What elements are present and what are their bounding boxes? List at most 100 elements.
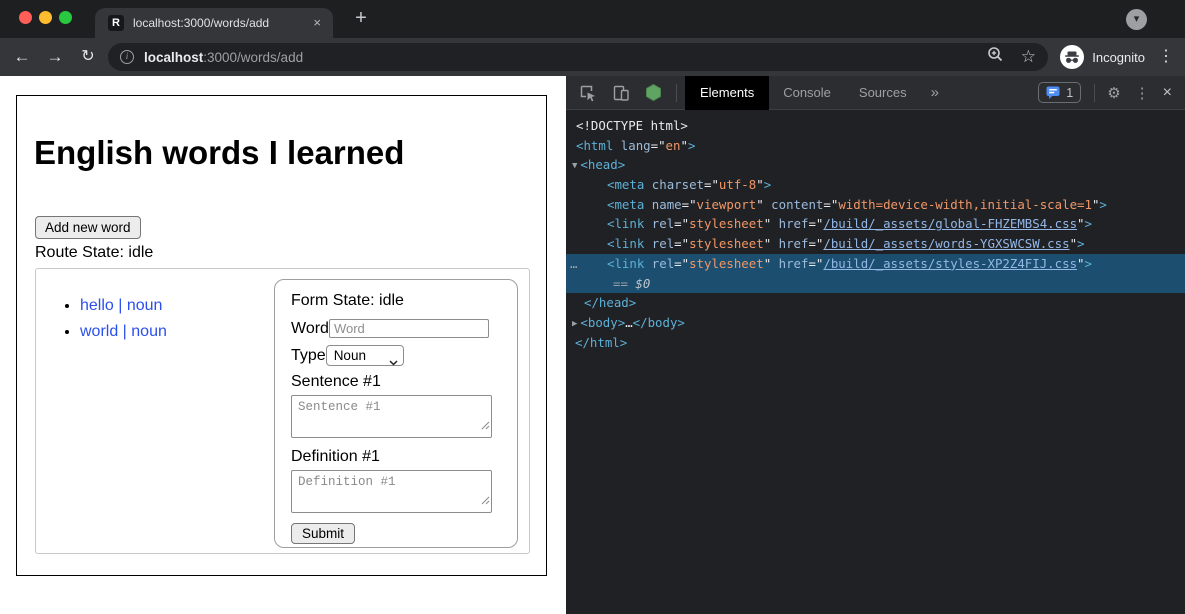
extension-hexagon-icon[interactable] — [644, 83, 663, 102]
code-token: =" — [682, 197, 697, 212]
code-token: =" — [651, 138, 666, 153]
expand-triangle-icon[interactable]: ▼ — [572, 161, 577, 171]
submit-button[interactable]: Submit — [291, 523, 355, 544]
sentence-textarea[interactable] — [291, 395, 492, 438]
code-token: </html> — [575, 335, 627, 350]
close-window-button[interactable] — [19, 11, 32, 24]
code-token: " — [1070, 236, 1077, 251]
word-link[interactable]: world | noun — [80, 323, 167, 340]
new-tab-button[interactable]: + — [346, 4, 376, 34]
browser-menu-icon[interactable]: ⋮ — [1157, 38, 1175, 76]
code-token: /build/_assets/styles-XP2Z4FIJ.css — [823, 256, 1077, 271]
code-token: rel — [644, 236, 674, 251]
address-bar[interactable]: i localhost:3000/words/add ☆ — [108, 43, 1048, 71]
devtools-code-line[interactable]: ▶<body>…</body> — [566, 313, 1185, 333]
code-token: lang — [613, 138, 650, 153]
titlebar: R localhost:3000/words/add × + ▾ — [0, 0, 1185, 38]
code-token: content — [764, 197, 824, 212]
code-token: " — [1077, 256, 1084, 271]
devtools-code-line[interactable]: </head> — [566, 293, 1185, 313]
type-select[interactable]: Noun — [326, 345, 404, 366]
add-word-form: Form State: idle Word Type Noun — [274, 279, 518, 548]
inspect-element-icon[interactable] — [579, 84, 597, 102]
code-token: name — [644, 197, 681, 212]
page-title: English words I learned — [34, 134, 404, 172]
device-toolbar-icon[interactable] — [612, 84, 630, 102]
tab-overflow-chevron-icon[interactable]: ▾ — [1126, 9, 1147, 30]
devtools-code-line[interactable]: <html lang="en"> — [566, 136, 1185, 156]
tab-console[interactable]: Console — [769, 76, 845, 110]
sentence-label: Sentence #1 — [291, 373, 501, 390]
incognito-icon — [1060, 45, 1084, 69]
devtools-code-line[interactable]: == $0 — [566, 274, 1185, 294]
forward-button[interactable]: → — [42, 38, 68, 76]
code-token: <link — [607, 216, 644, 231]
code-token: =" — [704, 177, 719, 192]
site-info-icon[interactable]: i — [120, 50, 134, 64]
devtools-close-icon[interactable]: × — [1163, 84, 1172, 102]
sentence-textarea-wrap — [291, 395, 492, 438]
code-token: " — [1077, 216, 1084, 231]
definition-textarea[interactable] — [291, 470, 492, 513]
devtools-code-line[interactable]: <link rel="stylesheet" href="/build/_ass… — [566, 234, 1185, 254]
issues-badge[interactable]: 1 — [1038, 82, 1081, 103]
devtools-code-line[interactable]: </html> — [566, 333, 1185, 353]
code-token: utf-8 — [719, 177, 756, 192]
code-token: stylesheet — [689, 236, 764, 251]
code-token: =" — [808, 216, 823, 231]
incognito-label: Incognito — [1092, 50, 1145, 65]
devtools-code-line[interactable]: <meta charset="utf-8"> — [566, 175, 1185, 195]
word-label: Word — [291, 320, 329, 337]
word-input[interactable] — [329, 319, 489, 338]
devtools-toolbar: Elements Console Sources » 1 ⚙ ⋮ × — [566, 76, 1185, 110]
type-select-wrap: Noun — [326, 345, 404, 366]
bookmark-star-icon[interactable]: ☆ — [1021, 43, 1036, 71]
code-token: rel — [644, 216, 674, 231]
devtools-code-line[interactable]: …<link rel="stylesheet" href="/build/_as… — [566, 254, 1185, 274]
tab-close-icon[interactable]: × — [313, 8, 321, 38]
toolbar-divider — [676, 84, 677, 102]
add-new-word-button[interactable]: Add new word — [35, 216, 141, 239]
definition-label: Definition #1 — [291, 448, 501, 465]
browser-toolbar: ← → ↻ i localhost:3000/words/add ☆ Incog… — [0, 38, 1185, 76]
resize-grip-icon[interactable] — [480, 417, 490, 435]
devtools-code-line[interactable]: <meta name="viewport" content="width=dev… — [566, 195, 1185, 215]
back-button[interactable]: ← — [9, 38, 35, 76]
resize-grip-icon[interactable] — [480, 492, 490, 510]
url-text: localhost:3000/words/add — [144, 50, 303, 65]
devtools-menu-icon[interactable]: ⋮ — [1135, 84, 1150, 102]
tab-sources[interactable]: Sources — [845, 76, 921, 110]
gear-icon[interactable]: ⚙ — [1107, 84, 1120, 102]
expand-triangle-icon[interactable]: ▶ — [572, 319, 577, 329]
incognito-badge: Incognito — [1060, 45, 1145, 69]
reload-button[interactable]: ↻ — [75, 38, 101, 76]
code-token: =" — [808, 236, 823, 251]
maximize-window-button[interactable] — [59, 11, 72, 24]
code-token: width=device-width,initial-scale=1 — [838, 197, 1092, 212]
browser-tab[interactable]: R localhost:3000/words/add × — [95, 8, 333, 38]
browser-window: R localhost:3000/words/add × + ▾ ← → ↻ i… — [0, 0, 1185, 614]
devtools-code-line[interactable]: <link rel="stylesheet" href="/build/_ass… — [566, 214, 1185, 234]
devtools-code-line[interactable]: <!DOCTYPE html> — [566, 116, 1185, 136]
tab-title: localhost:3000/words/add — [133, 8, 269, 38]
devtools-code-line[interactable]: ▼<head> — [566, 155, 1185, 175]
code-token: > — [688, 138, 695, 153]
word-link[interactable]: hello | noun — [80, 297, 162, 314]
code-token: <meta — [607, 177, 644, 192]
tab-elements[interactable]: Elements — [685, 76, 769, 110]
code-token: </head> — [584, 295, 636, 310]
code-token: href — [771, 216, 808, 231]
url-path: :3000/words/add — [203, 50, 303, 65]
code-token: /build/_assets/words-YGXSWCSW.css — [823, 236, 1069, 251]
code-token: =" — [674, 236, 689, 251]
definition-textarea-wrap — [291, 470, 492, 513]
toolbar-divider — [1094, 84, 1095, 102]
zoom-icon[interactable] — [987, 46, 1004, 68]
line-ellipsis-icon[interactable]: … — [570, 254, 577, 274]
minimize-window-button[interactable] — [39, 11, 52, 24]
code-token: =" — [823, 197, 838, 212]
code-token: $0 — [635, 276, 650, 291]
type-label: Type — [291, 347, 326, 364]
more-tabs-icon[interactable]: » — [921, 84, 949, 101]
code-token: <link — [607, 236, 644, 251]
